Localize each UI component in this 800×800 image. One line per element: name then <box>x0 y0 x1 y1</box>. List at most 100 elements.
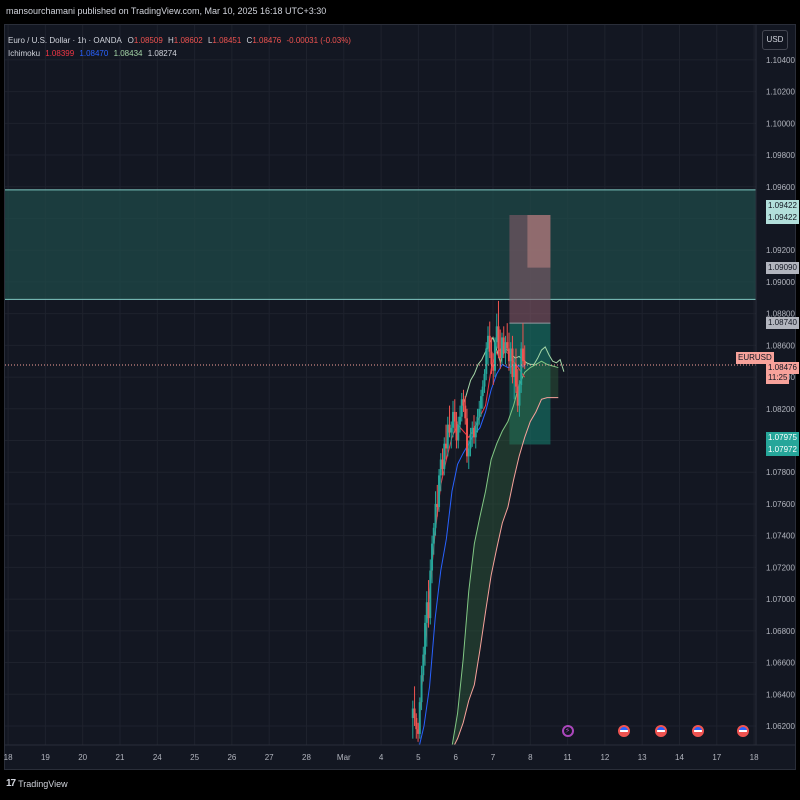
us-flag-icon[interactable] <box>654 725 667 737</box>
symbol-legend-row[interactable]: Euro / U.S. Dollar · 1h · OANDA O1.08509… <box>8 34 351 47</box>
time-axis-label: 13 <box>638 753 647 762</box>
ichimoku-value-3: 1.08434 <box>113 49 143 58</box>
ichimoku-value-4: 1.08274 <box>147 49 177 58</box>
symbol-title[interactable]: Euro / U.S. Dollar · 1h · OANDA <box>8 36 121 45</box>
candle-body <box>457 424 460 441</box>
candle-body <box>511 348 514 378</box>
candle-body <box>420 675 423 703</box>
footer-bar: 17 TradingView <box>0 770 800 800</box>
chart-legend: Euro / U.S. Dollar · 1h · OANDA O1.08509… <box>8 34 351 60</box>
candle-body <box>492 364 495 371</box>
time-axis-label: 12 <box>600 753 609 762</box>
candle-body <box>483 373 486 387</box>
candle-body <box>448 424 451 433</box>
price-axis-label: 1.07000 <box>766 595 795 604</box>
time-axis-label: 8 <box>528 753 533 762</box>
candle-body <box>516 386 519 406</box>
tradingview-logo[interactable]: 17 TradingView <box>6 778 68 789</box>
candle-body <box>424 622 427 655</box>
candle-body <box>434 503 437 528</box>
lightning-icon[interactable]: ⚡ <box>561 725 574 737</box>
candle-body <box>422 654 425 676</box>
stop-loss-partial-zone <box>527 214 551 268</box>
candle-body <box>460 399 463 417</box>
candle-body <box>523 361 526 366</box>
time-axis-label: 26 <box>227 753 236 762</box>
low-value: 1.08451 <box>212 36 242 45</box>
candle-body <box>473 427 476 438</box>
time-axis-label: 18 <box>4 753 13 762</box>
candle-body <box>431 543 434 571</box>
time-axis-label: 24 <box>153 753 162 762</box>
price-axis-label: 1.06800 <box>766 627 795 636</box>
candle-body <box>452 411 455 428</box>
price-tag: 1.09422 <box>766 199 799 212</box>
candle-body <box>486 335 489 349</box>
candle-body <box>471 427 474 435</box>
time-axis-label: 18 <box>750 753 759 762</box>
price-tag: 1.08740 <box>766 317 799 330</box>
candle-body <box>441 459 444 470</box>
price-tag: 1.09090 <box>766 261 799 274</box>
candle-body <box>455 421 458 441</box>
price-chart[interactable]: 1.10400 1.10200 1.10000 1.09800 1.09600 1.094… <box>0 0 800 800</box>
candle-body <box>469 434 472 449</box>
candle-body <box>479 396 482 409</box>
candle-body <box>500 337 503 359</box>
tradingview-mark-icon: 17 <box>6 778 16 789</box>
time-axis-label: 11 <box>563 753 572 762</box>
candle-body <box>518 385 521 406</box>
close-value: 1.08476 <box>252 36 282 45</box>
price-axis-label: 1.09200 <box>766 246 795 255</box>
candle-body <box>507 348 510 362</box>
candle-body <box>514 364 517 387</box>
candle-body <box>520 348 523 385</box>
time-axis-label: 27 <box>265 753 274 762</box>
time-axis-label: 5 <box>416 753 421 762</box>
candle-body <box>521 348 524 362</box>
change-value: -0.00031 (-0.03%) <box>286 36 351 45</box>
open-value: 1.08509 <box>133 36 163 45</box>
price-axis-label: 1.06200 <box>766 722 795 731</box>
candle-body <box>464 405 467 419</box>
tradingview-brand: TradingView <box>18 778 68 789</box>
time-axis-label: 19 <box>41 753 50 762</box>
price-tag: 1.07972 <box>766 443 799 456</box>
high-value: 1.08602 <box>173 36 203 45</box>
candle-body <box>427 602 430 619</box>
time-axis-label: 28 <box>302 753 311 762</box>
us-flag-icon[interactable] <box>617 725 630 737</box>
candle-body <box>418 702 421 734</box>
candle-body <box>495 326 498 343</box>
candle-body <box>425 602 428 623</box>
ichimoku-value-2: 1.08470 <box>79 49 109 58</box>
candle-body <box>446 424 449 449</box>
price-axis-label: 1.07400 <box>766 532 795 541</box>
candle-body <box>488 335 491 352</box>
candle-body <box>411 708 414 719</box>
price-axis-label: 1.09800 <box>766 151 795 160</box>
price-axis-label: 1.07600 <box>766 500 795 509</box>
candle-body <box>466 418 469 457</box>
candle-body <box>467 448 470 457</box>
candle-body <box>485 348 488 374</box>
candle-body <box>476 416 479 427</box>
candle-body <box>432 527 435 544</box>
candle-body <box>439 459 442 476</box>
candle-body <box>459 416 462 425</box>
price-tag: 1.09422 <box>766 211 799 224</box>
candle-body <box>504 342 507 354</box>
price-axis-label: 1.07800 <box>766 468 795 477</box>
indicator-name[interactable]: Ichimoku <box>8 49 40 58</box>
candle-body <box>436 503 439 508</box>
time-axis-label: 20 <box>78 753 87 762</box>
indicator-legend-row[interactable]: Ichimoku 1.08399 1.08470 1.08434 1.08274 <box>8 47 351 60</box>
candle-body <box>490 351 493 365</box>
time-axis-label: 7 <box>491 753 496 762</box>
currency-button[interactable]: USD <box>762 30 788 50</box>
candle-body <box>478 408 481 417</box>
us-flag-icon[interactable] <box>736 725 749 737</box>
candle-body <box>502 337 505 354</box>
plot-area <box>5 25 756 745</box>
candle-body <box>429 570 432 619</box>
